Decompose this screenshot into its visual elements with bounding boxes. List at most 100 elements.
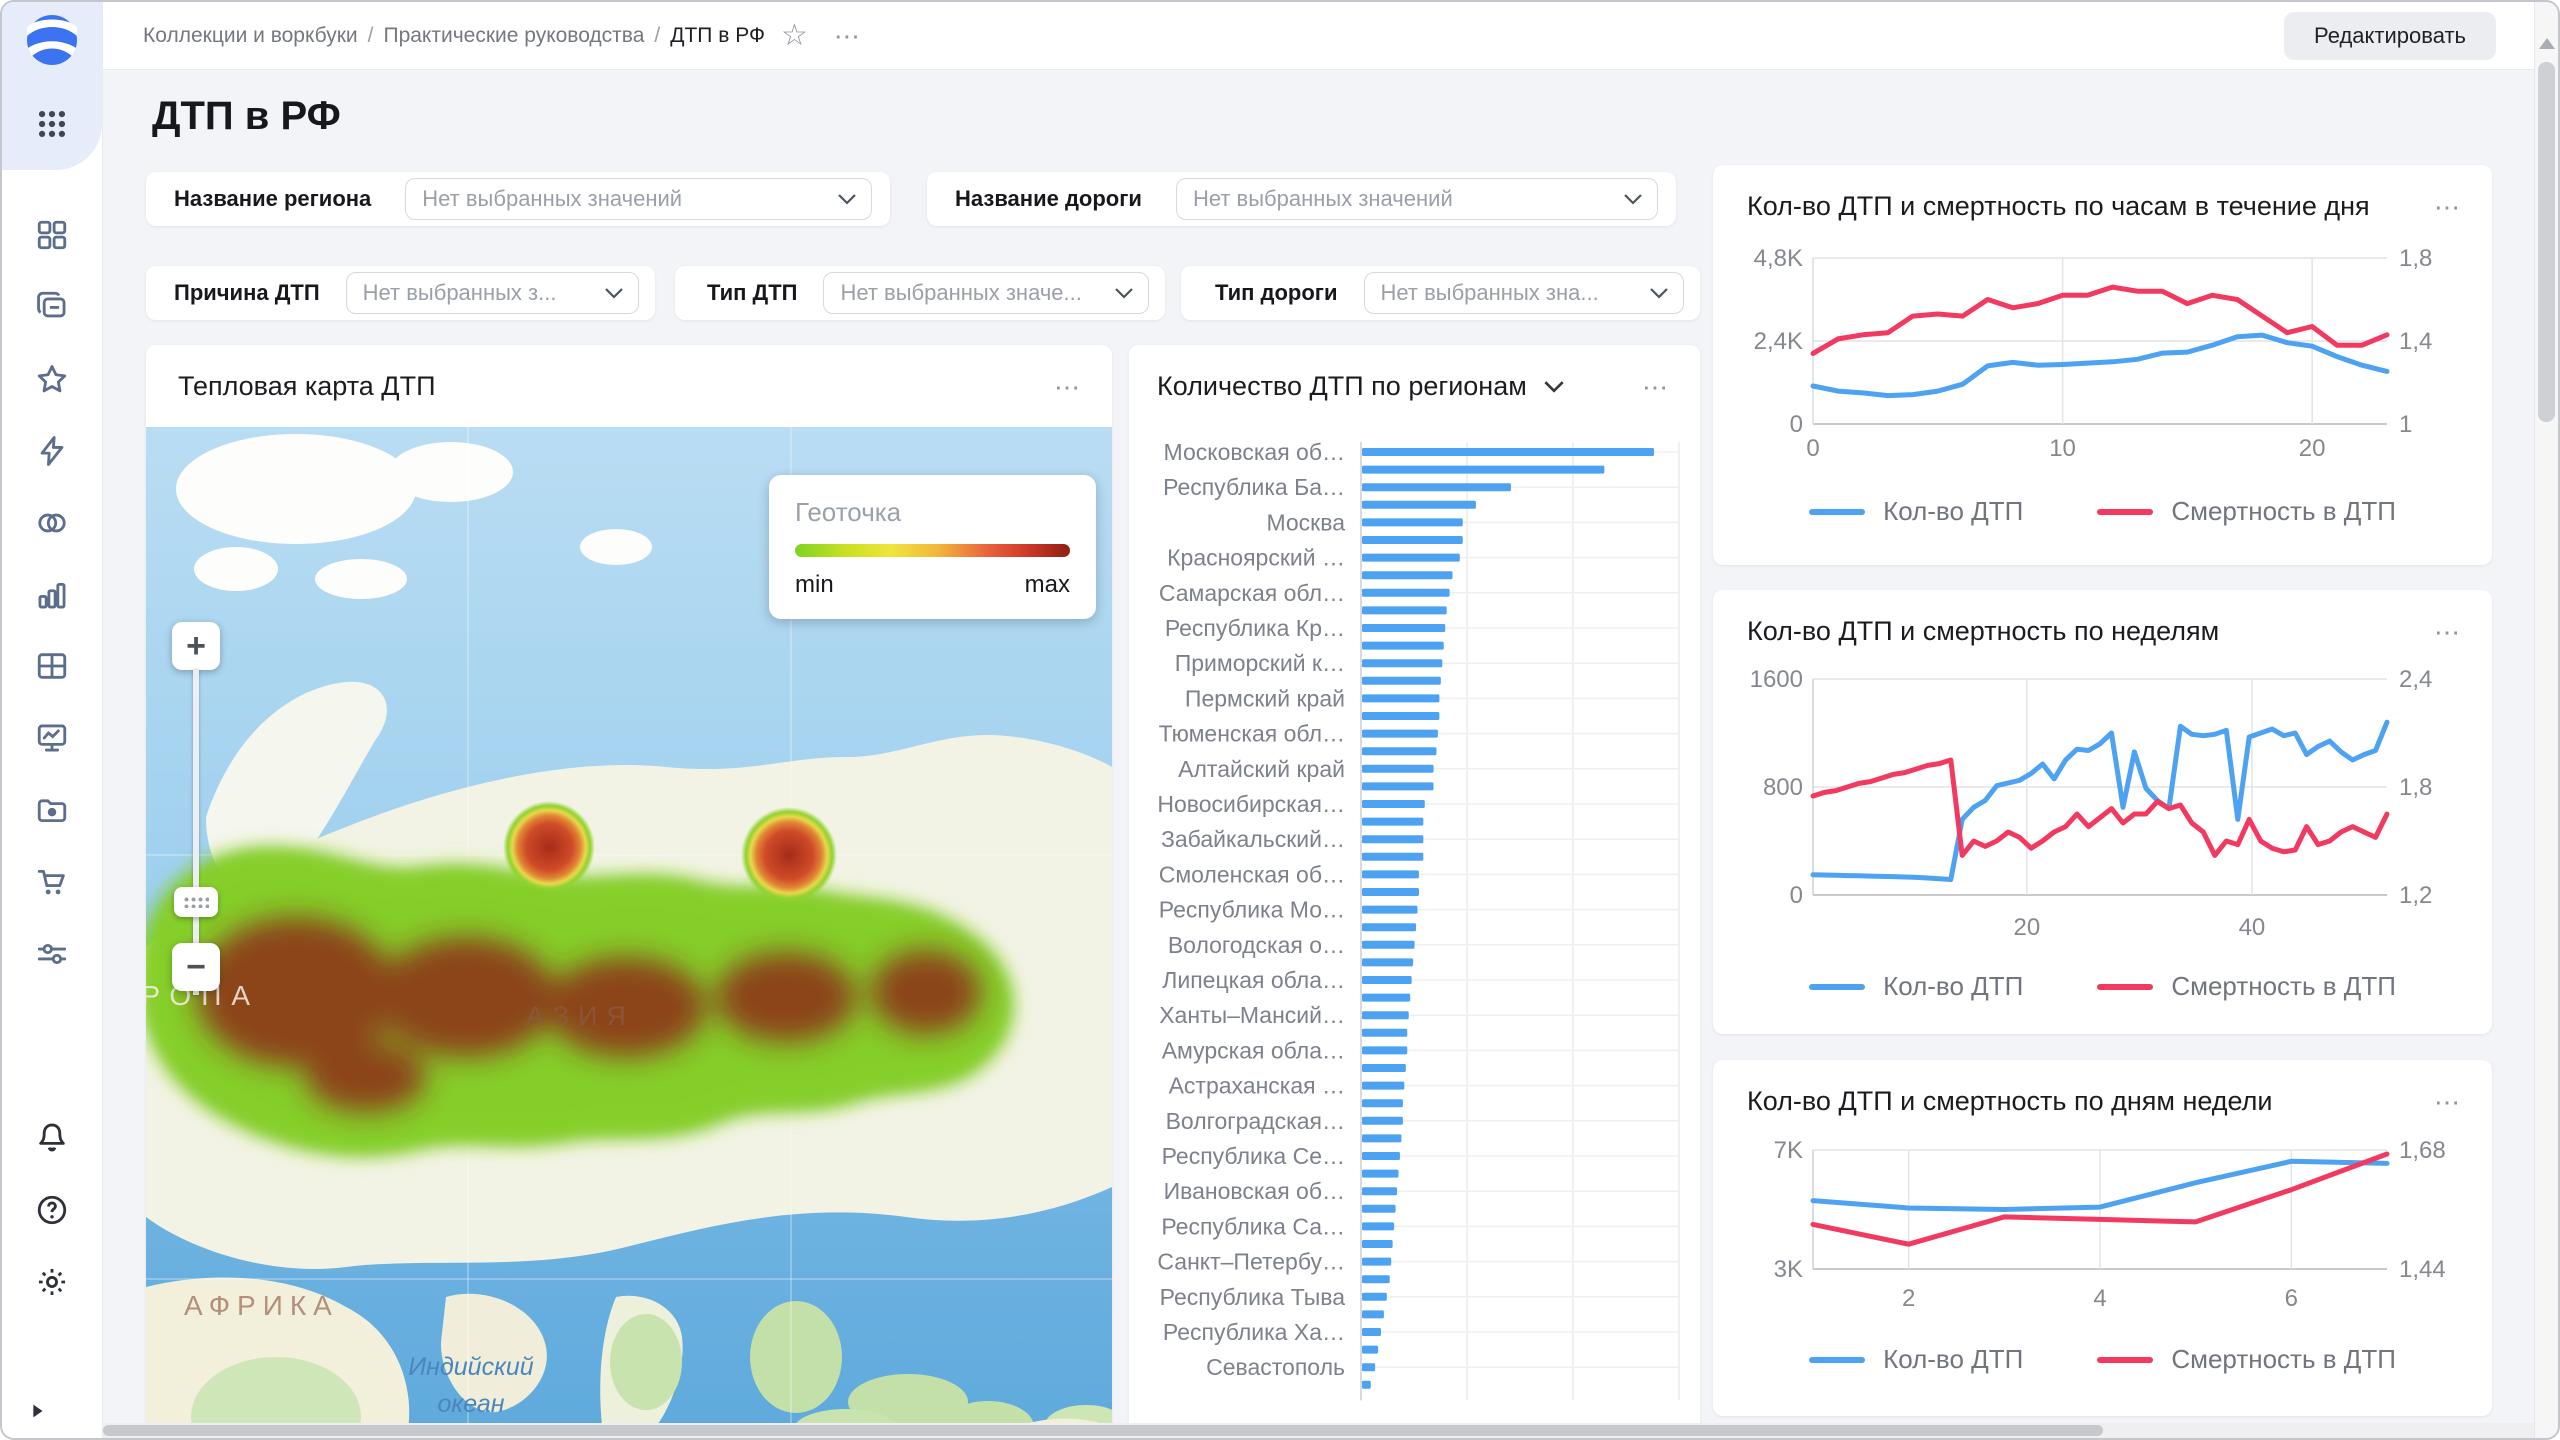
gear-icon[interactable] (35, 1265, 69, 1299)
filter-cause-select[interactable]: Нет выбранных з... (346, 272, 639, 314)
filter-road-type-select[interactable]: Нет выбранных зна... (1364, 272, 1685, 314)
series-label: Кол-во ДТП (1883, 1344, 2023, 1375)
heatmap-title: Тепловая карта ДТП (178, 371, 435, 402)
breadcrumb-collections[interactable]: Коллекции и воркбуки (143, 24, 358, 48)
filter-accident-type-select[interactable]: Нет выбранных значе... (823, 272, 1149, 314)
legend-item[interactable]: Смертность в ДТП (2097, 1344, 2396, 1375)
filter-region-label: Название региона (174, 186, 371, 212)
hours-chart-plot: 4,8K1,82,4K1,40101020 (1713, 236, 2492, 472)
hours-chart-title: Кол-во ДТП и смертность по часам в течен… (1747, 191, 2370, 222)
svg-text:10: 10 (2049, 435, 2076, 462)
svg-text:6: 6 (2285, 1285, 2298, 1312)
apps-grid-icon[interactable] (35, 107, 69, 141)
heatmap-legend: Геоточка min max (769, 475, 1096, 619)
weekdays-chart-legend: Кол-во ДТП Смертность в ДТП (1713, 1344, 2492, 1375)
svg-text:2: 2 (1902, 1285, 1915, 1312)
filter-region-value: Нет выбранных значений (422, 186, 827, 212)
connections-icon[interactable] (35, 506, 69, 540)
edit-button[interactable]: Редактировать (2284, 12, 2496, 60)
svg-text:1,8: 1,8 (2399, 774, 2432, 801)
weeks-chart-plot: 16002,48001,801,22040 (1713, 657, 2492, 947)
more-menu-icon[interactable]: ⋯ (2434, 194, 2462, 220)
svg-text:Амурская обла…: Амурская обла… (1162, 1037, 1345, 1063)
series-swatch (2097, 1357, 2153, 1363)
map-zoom-control: + − (172, 622, 220, 670)
svg-text:Смоленская об…: Смоленская об… (1159, 861, 1345, 887)
hours-chart-legend: Кол-во ДТП Смертность в ДТП (1713, 496, 2492, 527)
expand-panel-icon[interactable] (26, 1400, 48, 1422)
legend-item[interactable]: Кол-во ДТП (1809, 496, 2023, 527)
bell-icon[interactable] (35, 1120, 69, 1154)
drag-dots-icon (183, 896, 209, 908)
more-menu-icon[interactable]: ⋯ (1642, 374, 1670, 400)
dashboard-page: Коллекции и воркбуки / Практические руко… (0, 0, 2560, 1440)
weeks-chart-legend: Кол-во ДТП Смертность в ДТП (1713, 971, 2492, 1002)
breadcrumb-guides[interactable]: Практические руководства (383, 24, 644, 48)
filter-cause-value: Нет выбранных з... (363, 280, 594, 306)
filter-accident-type-value: Нет выбранных значе... (840, 280, 1104, 306)
legend-title: Геоточка (795, 497, 1070, 528)
svg-text:Самарская обл…: Самарская обл… (1159, 580, 1345, 606)
zoom-out-button[interactable]: − (172, 943, 220, 991)
favorites-icon[interactable] (35, 362, 69, 396)
svg-text:Алтайский край: Алтайский край (1178, 756, 1345, 782)
collections-icon[interactable] (35, 289, 69, 323)
svg-text:Республика Ба…: Республика Ба… (1163, 474, 1345, 500)
horizontal-scrollbar-thumb[interactable] (103, 1425, 2103, 1436)
chevron-down-icon (1649, 287, 1669, 299)
help-icon[interactable] (35, 1193, 69, 1227)
svg-text:0: 0 (1806, 435, 1819, 462)
services-icon[interactable] (35, 218, 69, 252)
legend-min: min (795, 571, 834, 599)
weekdays-chart-title: Кол-во ДТП и смертность по дням недели (1747, 1086, 2273, 1117)
svg-text:3K: 3K (1774, 1256, 1803, 1283)
svg-text:Севастополь: Севастополь (1206, 1354, 1345, 1380)
map-label-indian-ocean: океан (438, 1390, 505, 1418)
zoom-in-button[interactable]: + (172, 622, 220, 670)
vertical-scrollbar-thumb[interactable] (2538, 62, 2555, 422)
vertical-scrollbar[interactable] (2534, 2, 2558, 1440)
svg-text:2,4K: 2,4K (1754, 328, 1803, 355)
svg-text:1,4: 1,4 (2399, 328, 2432, 355)
regions-chart-title: Количество ДТП по регионам (1157, 371, 1527, 402)
filter-road-type: Тип дороги Нет выбранных зна... (1181, 266, 1700, 320)
legend-item[interactable]: Смертность в ДТП (2097, 971, 2396, 1002)
svg-text:Новосибирская…: Новосибирская… (1157, 791, 1345, 817)
legend-item[interactable]: Кол-во ДТП (1809, 971, 2023, 1002)
zoom-slider-handle[interactable] (174, 887, 218, 917)
more-menu-icon[interactable]: ⋯ (834, 23, 862, 49)
legend-item[interactable]: Кол-во ДТП (1809, 1344, 2023, 1375)
page-title: ДТП в РФ (152, 94, 341, 139)
dashboards-icon[interactable] (35, 721, 69, 755)
filter-region-select[interactable]: Нет выбранных значений (405, 178, 872, 220)
horizontal-scrollbar[interactable] (103, 1423, 2538, 1438)
marketplace-icon[interactable] (35, 865, 69, 899)
heatmap-map[interactable]: ЕВРОПА АЗИЯ АФРИКА Индийский океан + − Г… (146, 427, 1112, 1440)
weekdays-chart-plot: 7K1,683K1,44246 (1713, 1128, 2492, 1324)
legend-gradient-bar (795, 544, 1070, 557)
datalens-logo[interactable] (26, 14, 78, 66)
sidebar (2, 2, 103, 1440)
svg-text:Москва: Москва (1266, 509, 1345, 535)
chevron-down-icon[interactable] (1543, 380, 1565, 393)
more-menu-icon[interactable]: ⋯ (2434, 1089, 2462, 1115)
svg-text:Санкт–Петербу…: Санкт–Петербу… (1157, 1249, 1345, 1275)
svg-text:Приморский к…: Приморский к… (1175, 650, 1345, 676)
charts-icon[interactable] (35, 578, 69, 612)
more-menu-icon[interactable]: ⋯ (1054, 374, 1082, 400)
breadcrumb-current: ДТП в РФ (670, 24, 765, 48)
more-menu-icon[interactable]: ⋯ (2434, 619, 2462, 645)
svg-text:Республика Тыва: Республика Тыва (1160, 1284, 1346, 1310)
files-icon[interactable] (35, 793, 69, 827)
scroll-up-arrow-icon[interactable] (2539, 38, 2555, 49)
filter-road-select[interactable]: Нет выбранных значений (1176, 178, 1658, 220)
svg-text:0: 0 (1790, 411, 1803, 438)
svg-text:1: 1 (2399, 411, 2412, 438)
quick-actions-icon[interactable] (35, 434, 69, 468)
settings-sliders-icon[interactable] (35, 937, 69, 971)
legend-item[interactable]: Смертность в ДТП (2097, 496, 2396, 527)
weeks-chart-title: Кол-во ДТП и смертность по неделям (1747, 616, 2219, 647)
datasets-icon[interactable] (35, 649, 69, 683)
filter-road-type-label: Тип дороги (1215, 280, 1338, 306)
favorite-star-icon[interactable]: ☆ (781, 21, 808, 51)
